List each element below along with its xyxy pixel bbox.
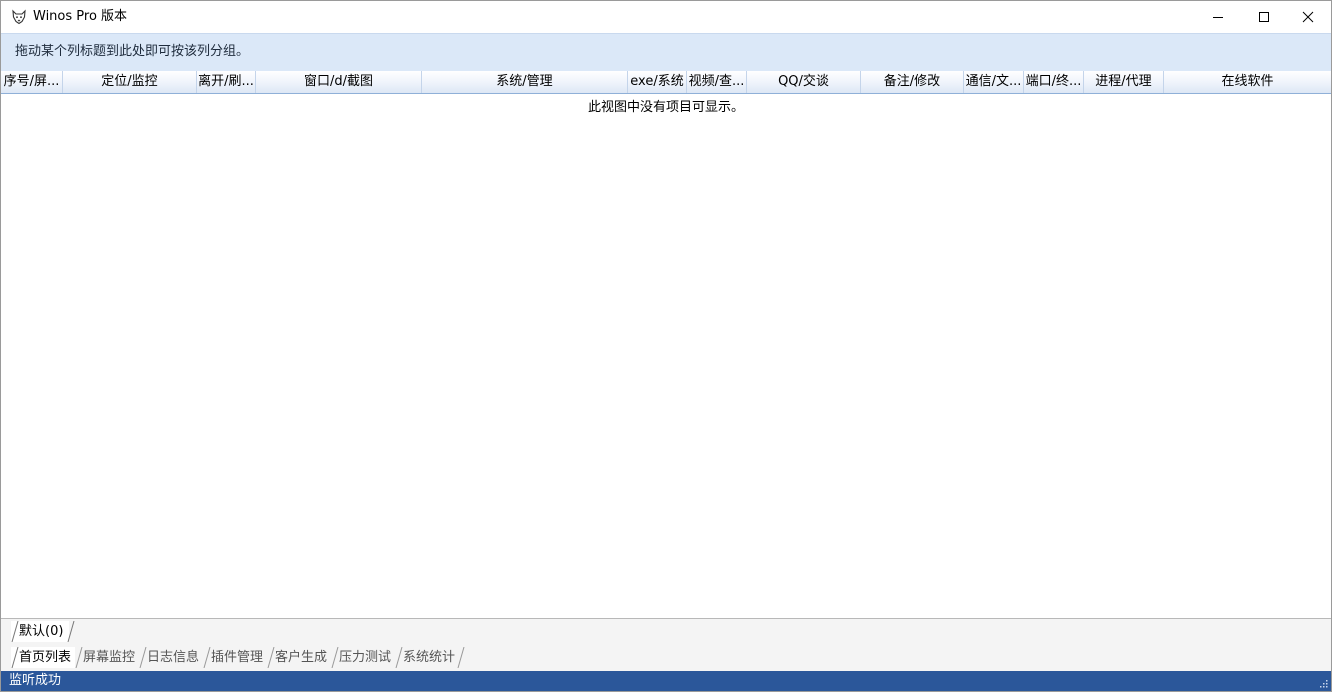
column-header-comm[interactable]: 通信/文... bbox=[964, 71, 1024, 93]
tab-edge-right bbox=[67, 621, 75, 642]
column-header-video[interactable]: 视频/查... bbox=[687, 71, 747, 93]
column-header-row: 序号/屏... 定位/监控 离开/刷... 窗口/d/截图 系统/管理 exe/… bbox=[1, 71, 1331, 94]
tab-edge-left bbox=[203, 647, 211, 668]
column-header-process[interactable]: 进程/代理 bbox=[1084, 71, 1164, 93]
maximize-icon bbox=[1259, 12, 1269, 22]
maximize-button[interactable] bbox=[1241, 1, 1287, 33]
tab-screen-monitor[interactable]: 屏幕监控 bbox=[75, 647, 139, 668]
main-tab-strip: 首页列表 屏幕监控 日志信息 插件管理 客户生成 压力测试 系统统计 bbox=[1, 644, 1331, 671]
group-by-panel[interactable]: 拖动某个列标题到此处即可按该列分组。 bbox=[1, 33, 1331, 72]
tab-label: 首页列表 bbox=[19, 650, 72, 665]
resize-grip-icon[interactable] bbox=[1318, 678, 1328, 688]
group-by-hint: 拖动某个列标题到此处即可按该列分组。 bbox=[15, 44, 250, 59]
tab-label: 压力测试 bbox=[339, 650, 392, 665]
close-icon bbox=[1302, 11, 1314, 23]
tab-client-builder[interactable]: 客户生成 bbox=[267, 647, 331, 668]
window-title: Winos Pro 版本 bbox=[33, 9, 128, 24]
tab-log-info[interactable]: 日志信息 bbox=[139, 647, 203, 668]
tab-edge-left bbox=[11, 621, 19, 642]
tab-label: 日志信息 bbox=[147, 650, 200, 665]
main-window: Winos Pro 版本 拖动某个列标题到此处即可按该列分组。 序号/屏... … bbox=[0, 0, 1332, 692]
column-header-qq[interactable]: QQ/交谈 bbox=[747, 71, 861, 93]
empty-grid-message: 此视图中没有项目可显示。 bbox=[587, 100, 744, 115]
column-header-system[interactable]: 系统/管理 bbox=[422, 71, 628, 93]
column-header-location[interactable]: 定位/监控 bbox=[63, 71, 197, 93]
tab-edge-left bbox=[331, 647, 339, 668]
column-header-index[interactable]: 序号/屏... bbox=[1, 71, 63, 93]
tab-label: 屏幕监控 bbox=[83, 650, 136, 665]
column-header-port[interactable]: 端口/终... bbox=[1024, 71, 1084, 93]
column-header-exe[interactable]: exe/系统 bbox=[628, 71, 687, 93]
tab-edge-left bbox=[11, 647, 19, 668]
tab-system-stats[interactable]: 系统统计 bbox=[395, 647, 465, 668]
tab-stress-test[interactable]: 压力测试 bbox=[331, 647, 395, 668]
tab-label: 客户生成 bbox=[275, 650, 328, 665]
tab-default-group[interactable]: 默认(0) bbox=[11, 621, 75, 642]
minimize-icon bbox=[1213, 17, 1223, 18]
tab-edge-left bbox=[267, 647, 275, 668]
tab-home-list[interactable]: 首页列表 bbox=[11, 647, 76, 668]
column-header-online-software[interactable]: 在线软件 bbox=[1164, 71, 1331, 93]
tab-edge-left bbox=[139, 647, 147, 668]
tab-label: 默认(0) bbox=[19, 624, 64, 639]
close-button[interactable] bbox=[1285, 1, 1331, 33]
group-tab-strip: 默认(0) bbox=[1, 618, 1331, 645]
minimize-button[interactable] bbox=[1195, 1, 1241, 33]
status-text: 监听成功 bbox=[9, 673, 62, 688]
tab-label: 系统统计 bbox=[403, 650, 456, 665]
tab-plugin-manager[interactable]: 插件管理 bbox=[203, 647, 267, 668]
column-header-window[interactable]: 窗口/d/截图 bbox=[256, 71, 422, 93]
wolf-head-icon bbox=[12, 9, 26, 25]
client-list-grid[interactable]: 此视图中没有项目可显示。 bbox=[1, 94, 1331, 618]
tab-label: 插件管理 bbox=[211, 650, 264, 665]
title-bar[interactable]: Winos Pro 版本 bbox=[1, 1, 1331, 33]
tab-edge-right bbox=[457, 647, 465, 668]
status-bar: 监听成功 bbox=[1, 671, 1331, 691]
column-header-remark[interactable]: 备注/修改 bbox=[861, 71, 964, 93]
column-header-away[interactable]: 离开/刷... bbox=[197, 71, 256, 93]
tab-edge-left bbox=[395, 647, 403, 668]
tab-edge-left bbox=[75, 647, 83, 668]
